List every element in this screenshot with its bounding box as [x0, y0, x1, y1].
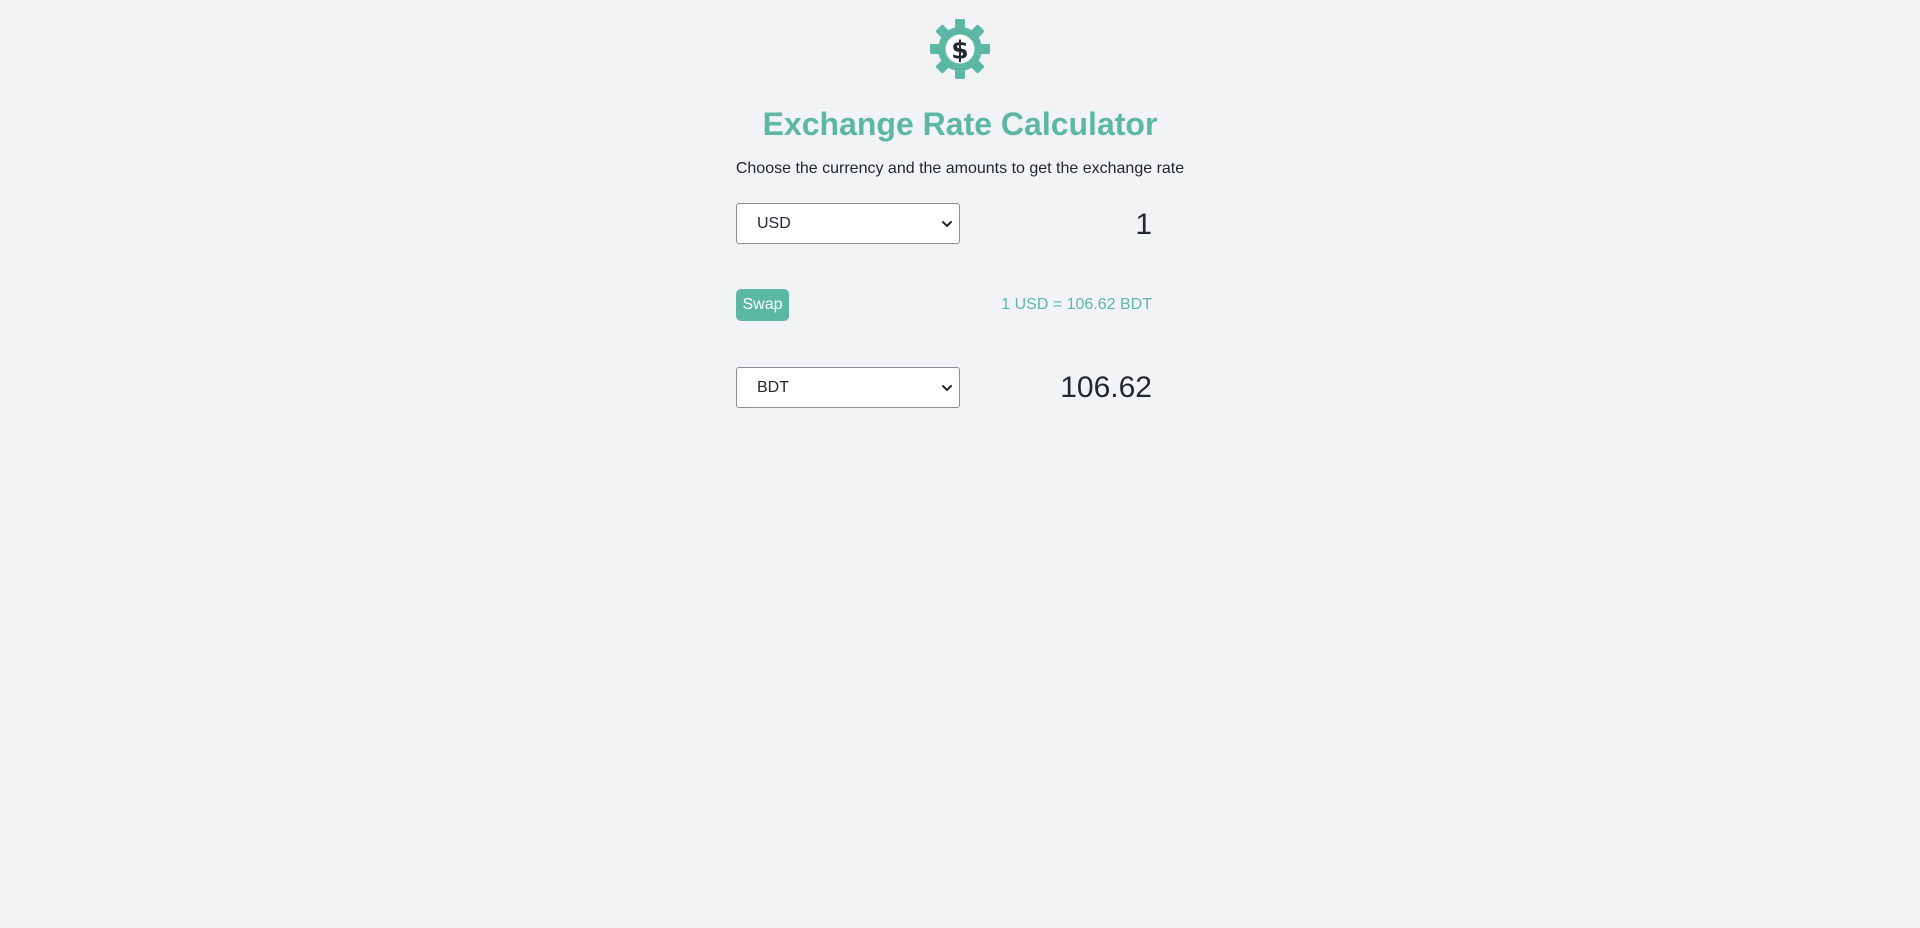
amount-two-input[interactable]: 106.62 [952, 368, 1152, 408]
page-title: Exchange Rate Calculator [762, 106, 1158, 142]
currency-two-value: BDT [757, 379, 789, 396]
svg-text:$: $ [951, 36, 968, 65]
page-subtitle: Choose the currency and the amounts to g… [735, 160, 1185, 177]
amount-one-input[interactable]: 1 [952, 205, 1152, 245]
currency-two-select[interactable]: BDT [736, 367, 960, 408]
swap-button[interactable]: Swap [736, 289, 789, 321]
currency-one-value: USD [757, 215, 791, 232]
dollar-gear-icon: $ [930, 19, 990, 79]
currency-one-select[interactable]: USD [736, 203, 960, 244]
exchange-rate-text: 1 USD = 106.62 BDT [1001, 296, 1152, 313]
